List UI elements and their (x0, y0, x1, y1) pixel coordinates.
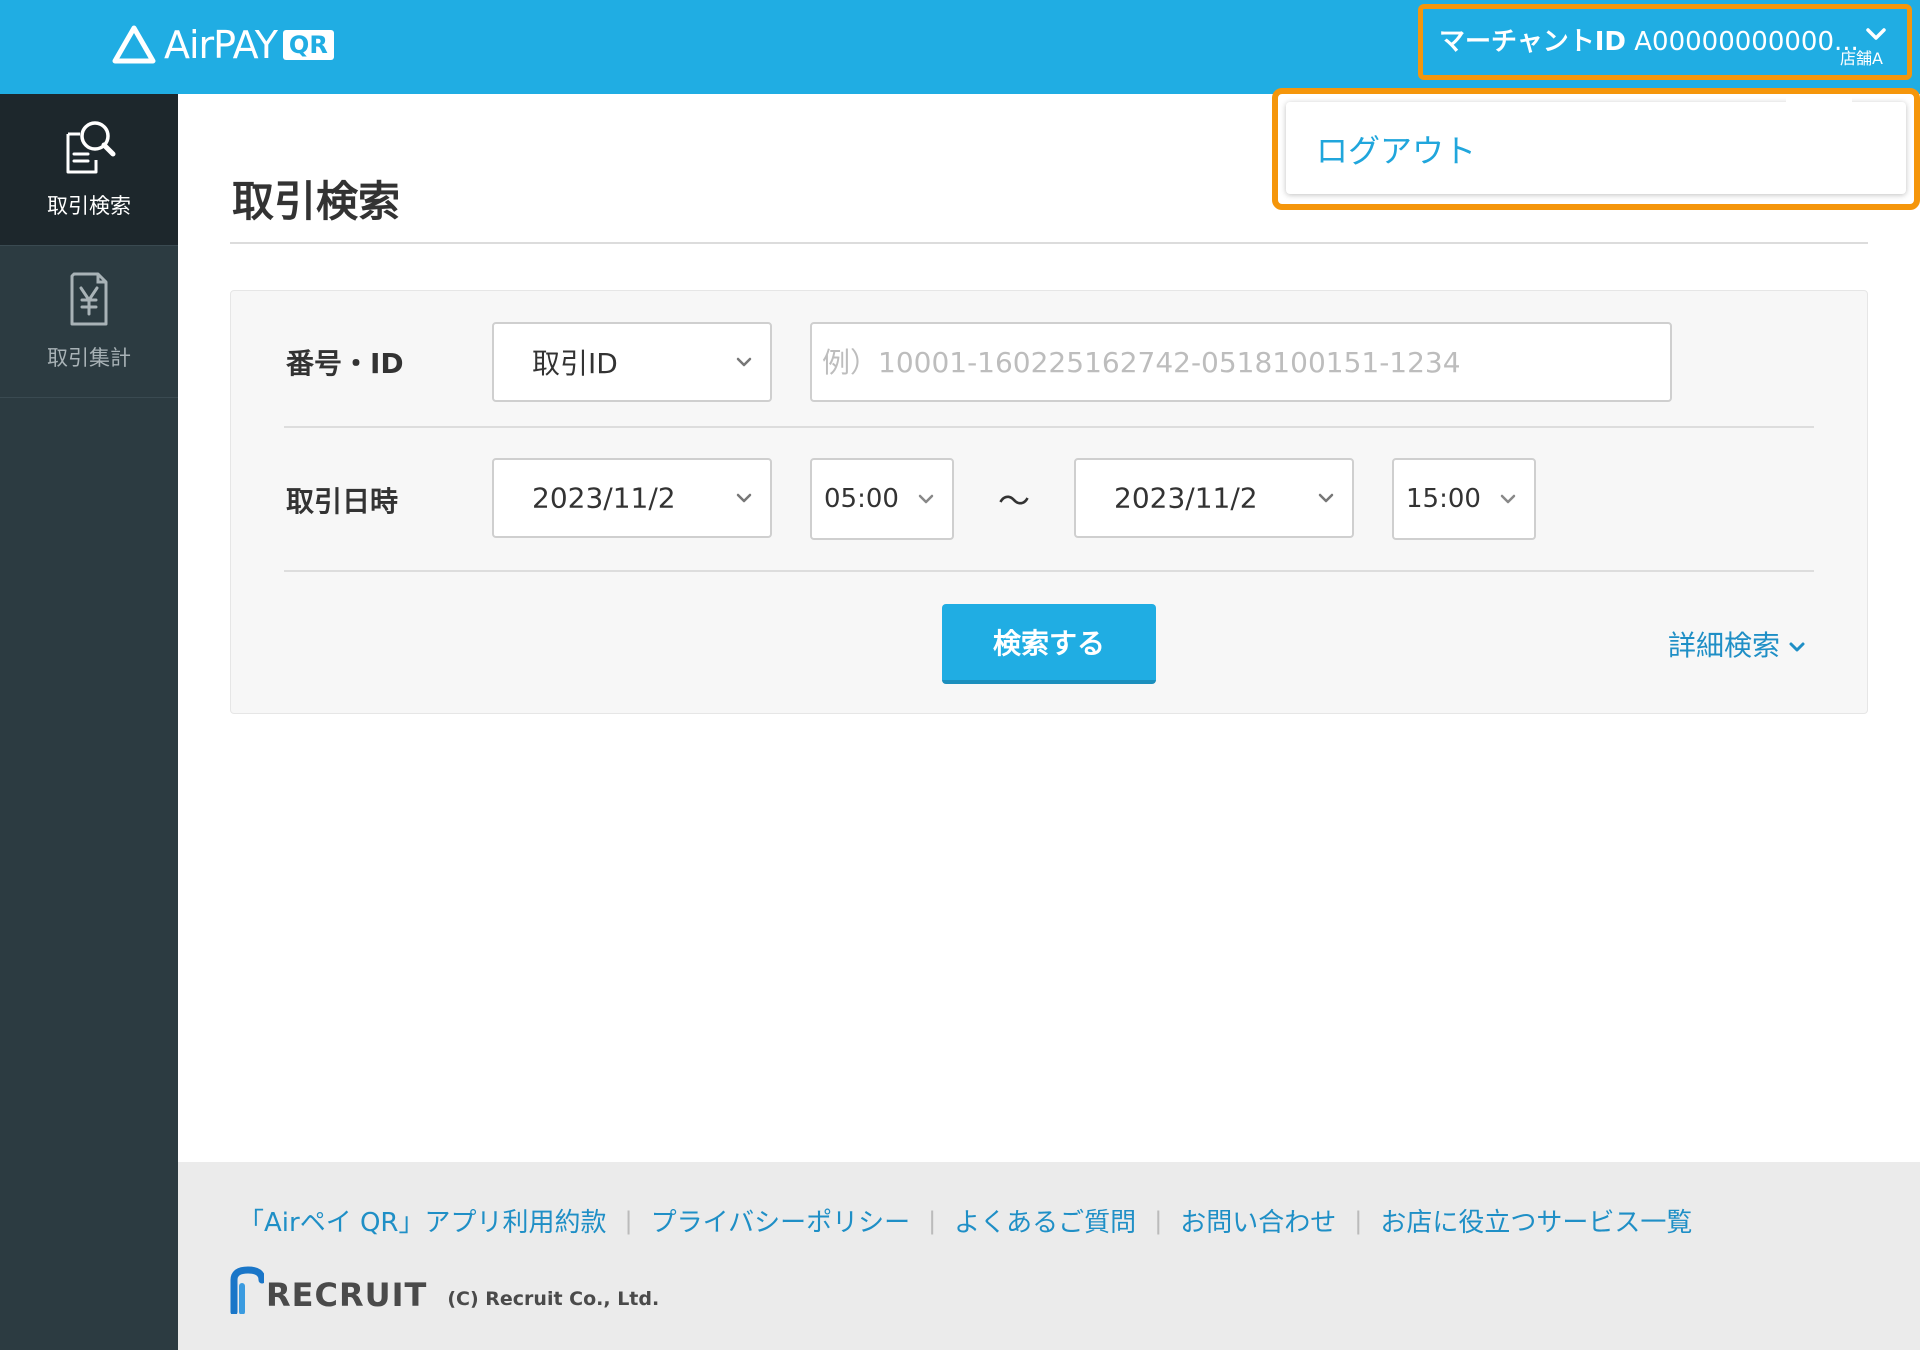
end-date-value: 2023/11/2 (1114, 481, 1258, 515)
sidebar-item-label: 取引検索 (47, 194, 131, 218)
detail-search-link[interactable]: 詳細検索 (1668, 624, 1806, 664)
title-divider (230, 242, 1868, 244)
chevron-down-icon (736, 490, 752, 506)
transaction-id-input[interactable] (810, 322, 1672, 402)
chevron-down-icon (1789, 642, 1805, 652)
merchant-id-line: マーチャントID A00000000000... (1439, 21, 1859, 58)
top-header: AirPAY QR マーチャントID A00000000000... 店舗A (0, 0, 1920, 94)
start-time-value: 05:00 (824, 484, 899, 514)
detail-search-label: 詳細検索 (1668, 629, 1781, 662)
copyright-text: (C) Recruit Co., Ltd. (447, 1288, 660, 1310)
chevron-down-icon (1500, 491, 1516, 507)
search-document-icon (66, 121, 116, 174)
start-date-select[interactable]: 2023/11/2 (492, 458, 772, 538)
sidebar-item-label: 取引集計 (47, 346, 131, 370)
transaction-datetime-label: 取引日時 (286, 485, 399, 518)
recruit-r-mark-icon (230, 1266, 264, 1314)
account-dropdown-menu: ログアウト (1286, 94, 1906, 194)
chevron-down-icon (736, 354, 752, 370)
start-date-value: 2023/11/2 (532, 481, 676, 515)
merchant-selector[interactable]: マーチャントID A00000000000... 店舗A (1418, 4, 1912, 80)
row-divider (284, 570, 1814, 572)
id-type-select[interactable]: 取引ID (492, 322, 772, 402)
footer-separator: | (1154, 1206, 1163, 1235)
store-name: 店舗A (1840, 49, 1883, 68)
chevron-down-icon (918, 491, 934, 507)
start-time-select[interactable]: 05:00 (810, 458, 954, 540)
end-time-select[interactable]: 15:00 (1392, 458, 1536, 540)
number-id-label: 番号・ID (286, 347, 404, 380)
airpay-qr-logo[interactable]: AirPAY QR (112, 20, 334, 70)
logout-menu-item[interactable]: ログアウト (1316, 126, 1476, 172)
chevron-down-icon[interactable] (1865, 23, 1887, 45)
row-divider (284, 426, 1814, 428)
dropdown-caret (1786, 94, 1852, 104)
end-time-value: 15:00 (1406, 484, 1481, 514)
footer-link-terms[interactable]: 「Airペイ QR」アプリ利用約款 (238, 1202, 607, 1239)
sidebar-item-transaction-summary[interactable]: 取引集計 (0, 246, 178, 398)
yen-document-icon (70, 272, 108, 326)
footer-link-faq[interactable]: よくあるご質問 (954, 1202, 1136, 1239)
logo-text: AirPAY (164, 23, 278, 67)
end-date-select[interactable]: 2023/11/2 (1074, 458, 1354, 538)
footer-separator: | (928, 1206, 937, 1235)
id-type-value: 取引ID (532, 347, 618, 380)
recruit-logo: RECRUIT (C) Recruit Co., Ltd. (230, 1266, 659, 1314)
merchant-id-label: マーチャントID (1439, 27, 1626, 57)
footer-separator: | (1354, 1206, 1363, 1235)
logo-qr-badge: QR (282, 30, 334, 60)
footer-link-services[interactable]: お店に役立つサービス一覧 (1380, 1202, 1692, 1239)
footer: 「Airペイ QR」アプリ利用約款 | プライバシーポリシー | よくあるご質問… (178, 1162, 1920, 1350)
sidebar-item-transaction-search[interactable]: 取引検索 (0, 94, 178, 246)
range-separator: 〜 (998, 482, 1031, 520)
recruit-wordmark: RECRUIT (266, 1276, 428, 1314)
chevron-down-icon (1318, 490, 1334, 506)
search-button[interactable]: 検索する (942, 604, 1156, 684)
merchant-id-value: A00000000000... (1634, 27, 1859, 57)
footer-link-privacy[interactable]: プライバシーポリシー (651, 1202, 910, 1239)
logo-triangle-icon (112, 25, 156, 64)
sidebar: 取引検索 取引集計 (0, 94, 178, 1350)
page-title: 取引検索 (232, 177, 401, 226)
footer-link-contact[interactable]: お問い合わせ (1180, 1202, 1336, 1239)
footer-links: 「Airペイ QR」アプリ利用約款 | プライバシーポリシー | よくあるご質問… (238, 1202, 1692, 1239)
footer-separator: | (624, 1206, 633, 1235)
